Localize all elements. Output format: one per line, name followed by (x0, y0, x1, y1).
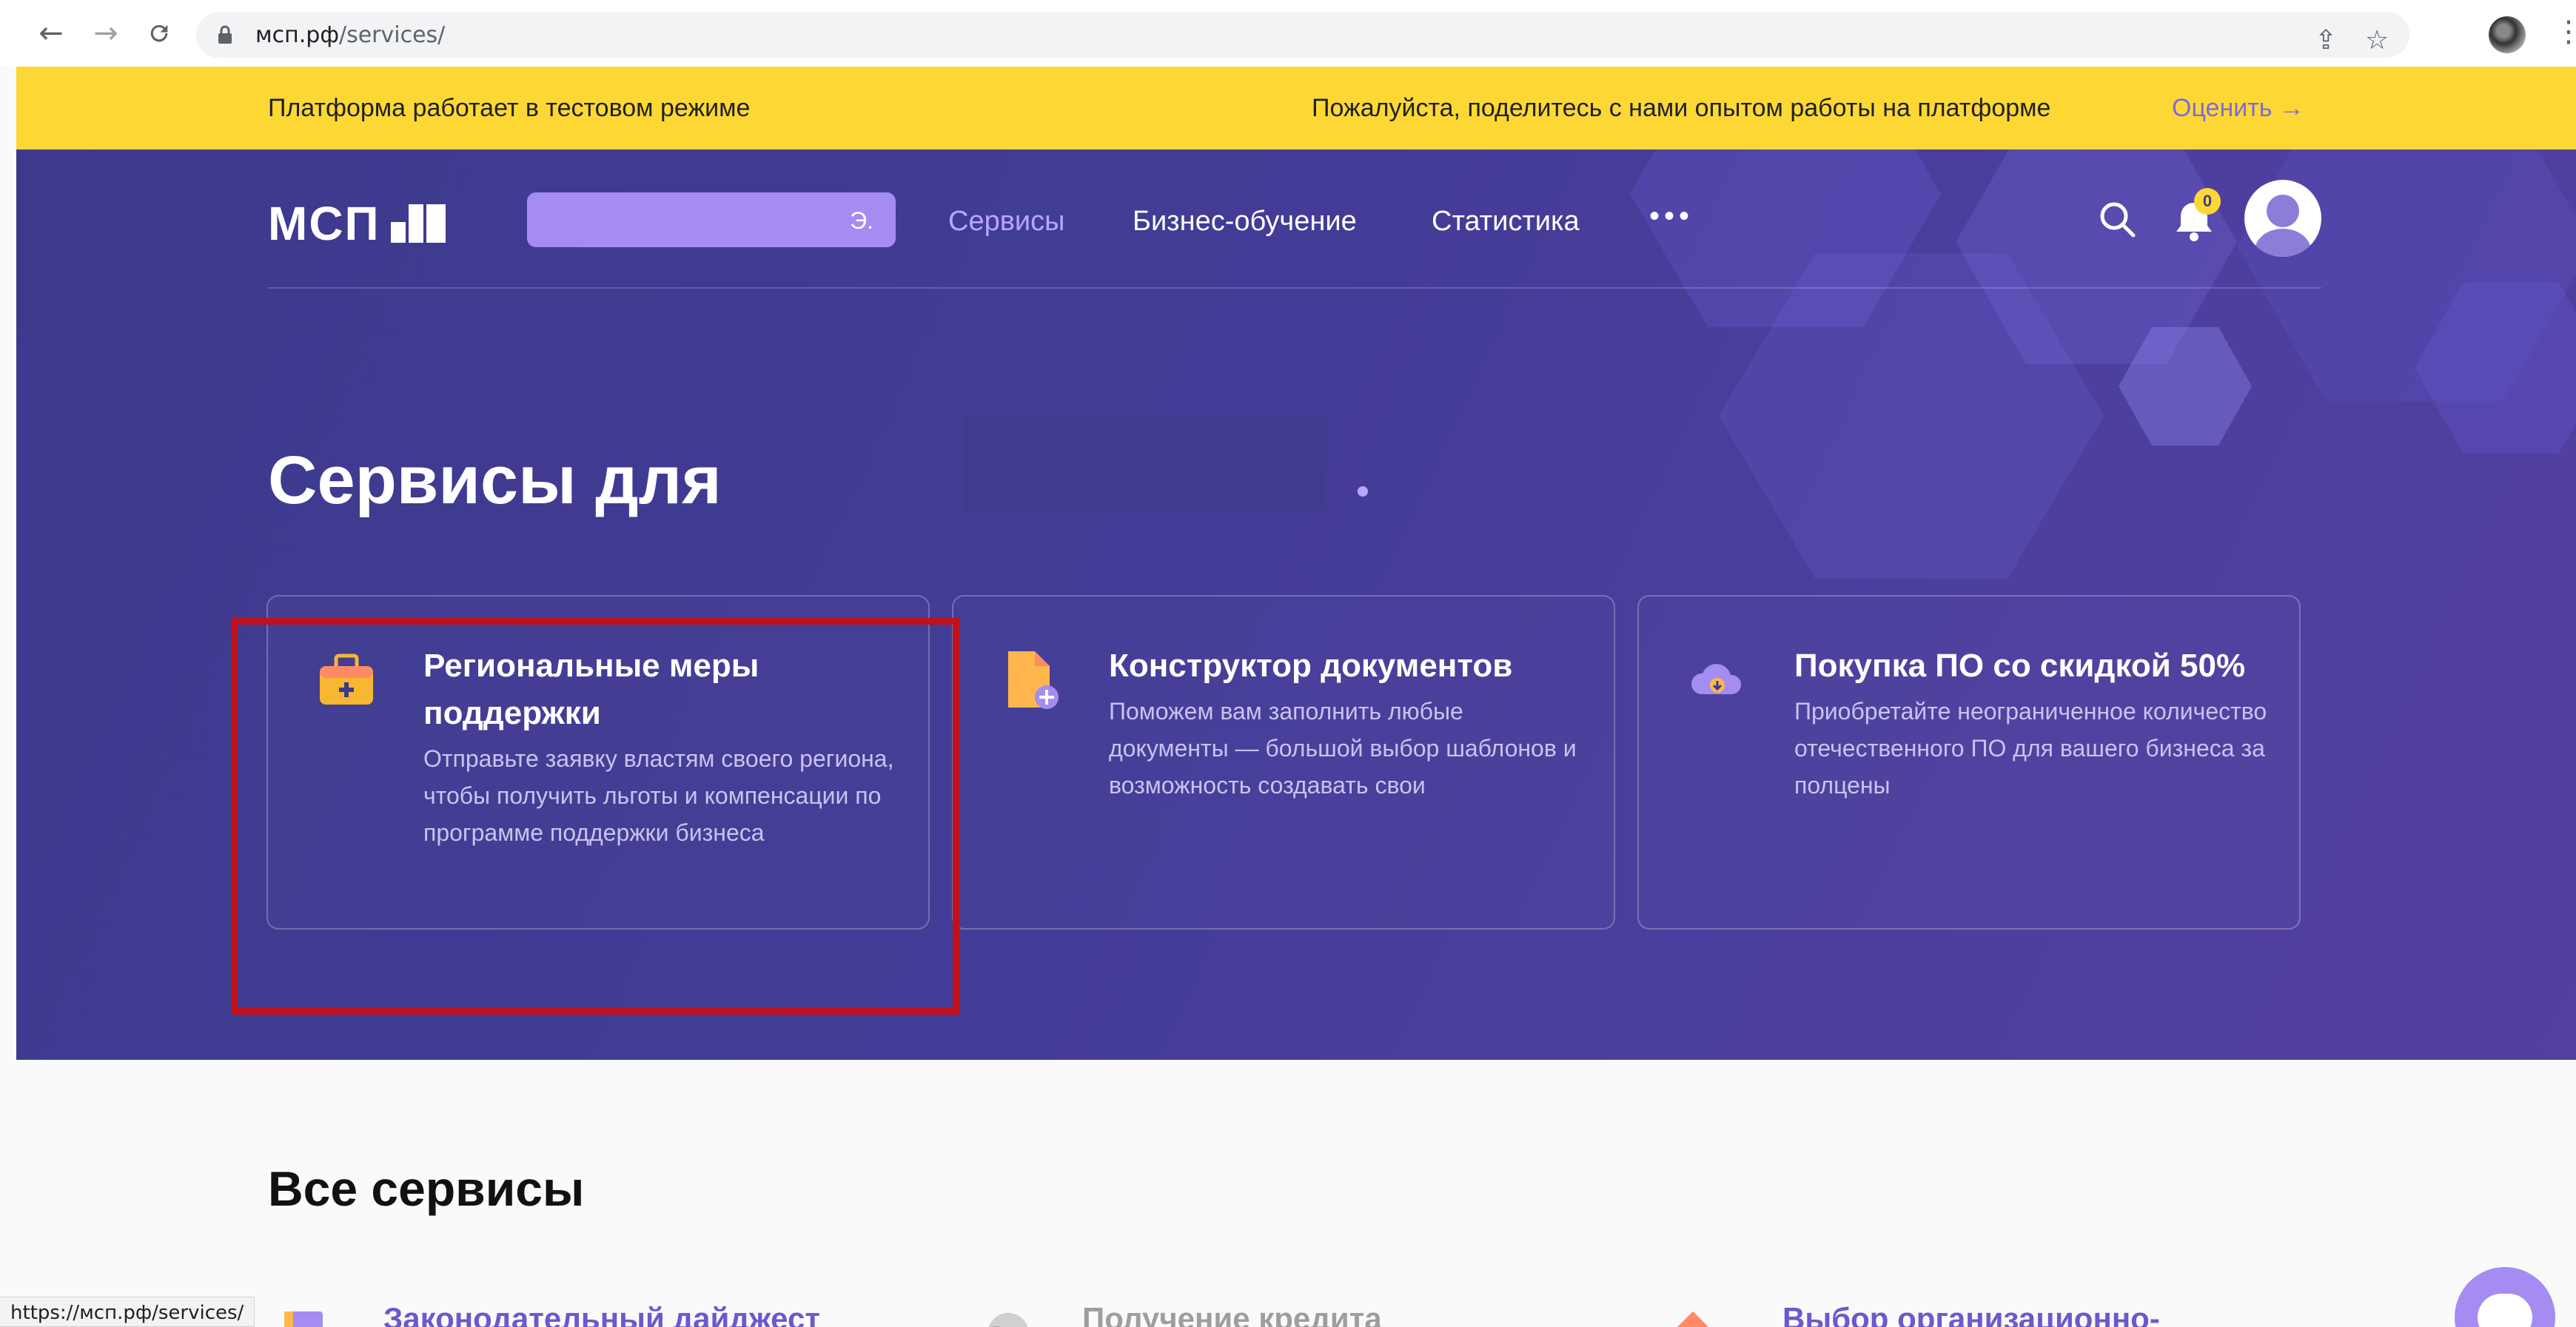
share-icon[interactable]: ⇪ (2315, 25, 2337, 56)
url-text[interactable]: мсп.рф/services/ (255, 22, 445, 48)
notification-badge: 0 (2194, 188, 2221, 215)
card-description: Поможем вам заполнить любые документы — … (1109, 698, 1577, 799)
card-title: Конструктор документов (1109, 648, 1513, 684)
banner-test-mode-text: Платформа работает в тестовом режиме (268, 94, 751, 122)
nav-services[interactable]: Сервисы (948, 206, 1064, 238)
lock-icon (218, 25, 232, 44)
redacted-area (964, 416, 1326, 512)
browser-profile-icon[interactable] (2489, 16, 2526, 53)
card-description: Приобретайте неограниченное количество о… (1794, 698, 2267, 799)
test-mode-banner: Платформа работает в тестовом режиме Пож… (16, 67, 2576, 150)
search-icon[interactable] (2096, 198, 2138, 240)
service-item-credit[interactable]: Получение кредита (1082, 1301, 1382, 1327)
reload-glyph (150, 24, 168, 42)
rate-link[interactable]: Оценить → (2172, 94, 2304, 123)
avatar-shoulders (2255, 229, 2311, 257)
header-divider (268, 287, 2321, 289)
all-services-heading: Все сервисы (268, 1161, 585, 1216)
page-title: Сервисы для (268, 443, 722, 518)
user-avatar[interactable] (2244, 180, 2321, 257)
status-bar-url: https://мсп.рф/services/ (0, 1297, 255, 1327)
nav-business-education[interactable]: Бизнес-обучение (1133, 206, 1357, 238)
credit-icon (988, 1313, 1028, 1327)
document-add-icon (1008, 651, 1059, 709)
more-menu-icon[interactable]: ••• (1649, 200, 1694, 233)
web-page: Платформа работает в тестовом режиме Пож… (16, 67, 2576, 1327)
browser-toolbar: ← → мсп.рф/services/ ⇪ ☆ ⋮ (0, 0, 2576, 67)
reload-icon[interactable] (142, 16, 176, 50)
avatar-head (2267, 195, 2299, 227)
region-selector[interactable]: Э. (527, 192, 896, 247)
title-dot (1358, 486, 1368, 497)
nav-statistics[interactable]: Статистика (1432, 206, 1580, 238)
msp-logo[interactable]: МСП (268, 197, 446, 250)
chat-button[interactable] (2455, 1267, 2555, 1327)
service-item-digest[interactable]: Законодательный дайджест (383, 1301, 820, 1327)
banner-feedback-text: Пожалуйста, поделитесь с нами опытом раб… (1312, 94, 2051, 122)
chat-bubble-icon (2478, 1294, 2532, 1327)
bookmark-star-icon[interactable]: ☆ (2365, 25, 2389, 56)
url-path: /services/ (338, 22, 446, 48)
screen: ← → мсп.рф/services/ ⇪ ☆ ⋮ Платформа раб… (0, 0, 2576, 1327)
url-domain: мсп.рф (255, 22, 339, 48)
digest-icon (284, 1311, 323, 1327)
forward-icon[interactable]: → (89, 16, 123, 50)
card-software-discount[interactable]: Покупка ПО со скидкой 50% Приобретайте н… (1637, 595, 2301, 930)
browser-menu-icon[interactable]: ⋮ (2554, 15, 2576, 49)
card-title: Покупка ПО со скидкой 50% (1794, 648, 2246, 684)
logo-mark-icon (390, 204, 446, 243)
service-item-org-form[interactable]: Выбор организационно- (1782, 1301, 2160, 1327)
cloud-download-icon (1691, 664, 1742, 694)
organization-form-icon (1677, 1311, 1708, 1327)
logo-text: МСП (268, 197, 380, 250)
highlight-box (231, 618, 959, 1015)
region-selector-text: Э. (850, 207, 873, 234)
back-icon[interactable]: ← (34, 16, 68, 50)
card-document-builder[interactable]: Конструктор документов Поможем вам запол… (952, 595, 1615, 930)
address-bar[interactable]: мсп.рф/services/ ⇪ ☆ (196, 12, 2409, 58)
